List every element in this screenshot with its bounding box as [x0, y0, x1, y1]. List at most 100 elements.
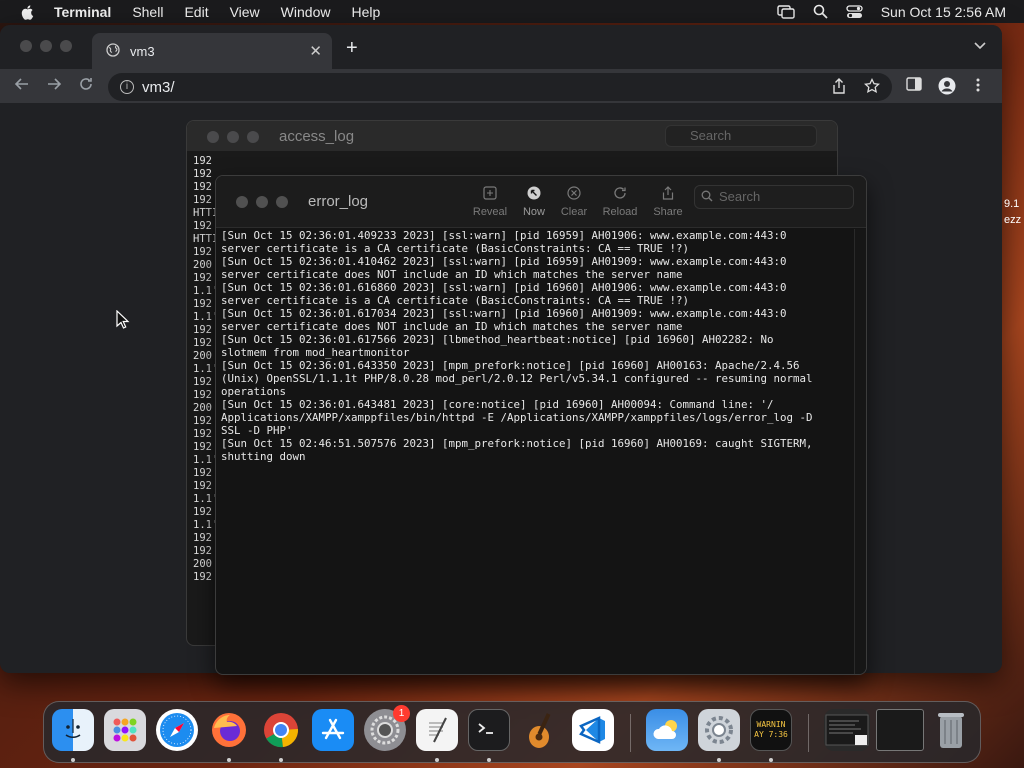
globe-icon	[106, 42, 120, 60]
system-settings-window-icon[interactable]	[698, 709, 740, 751]
log-line: server certificate is a CA certificate (…	[221, 242, 690, 255]
window-controls	[207, 131, 259, 143]
back-arrow-icon[interactable]	[12, 76, 32, 96]
log-line: [Sun Oct 15 02:36:01.643350 2023] [mpm_p…	[221, 359, 800, 372]
console-icon[interactable]: WARNIN AY 7:36	[750, 709, 792, 751]
menubar-clock[interactable]: Sun Oct 15 2:56 AM	[881, 4, 1006, 20]
running-indicator	[71, 758, 75, 762]
dock-separator	[808, 714, 809, 752]
terminal-titlebar[interactable]: error_log Reveal Now Clear Reload Share …	[216, 176, 866, 228]
error-log-output: [Sun Oct 15 02:36:01.409233 2023] [ssl:w…	[221, 229, 847, 463]
log-line: shutting down	[221, 450, 306, 463]
minimize-window-button[interactable]	[227, 131, 239, 143]
mouse-pointer-icon	[116, 310, 130, 329]
side-panel-icon[interactable]	[906, 77, 922, 95]
log-line: slotmem from mod_heartmonitor	[221, 346, 410, 359]
system-settings-icon[interactable]: 1	[364, 705, 410, 751]
now-button[interactable]: Now	[518, 184, 550, 218]
running-indicator	[435, 758, 439, 762]
close-window-button[interactable]	[207, 131, 219, 143]
launchpad-icon[interactable]	[104, 709, 146, 751]
log-line: [Sun Oct 15 02:46:51.507576 2023] [mpm_p…	[221, 437, 813, 450]
log-line: [Sun Oct 15 02:36:01.409233 2023] [ssl:w…	[221, 229, 787, 242]
spotlight-search-icon[interactable]	[813, 4, 828, 19]
menu-bar: Terminal Shell Edit View Window Help Sun…	[0, 0, 1024, 23]
log-line: [Sun Oct 15 02:36:01.410462 2023] [ssl:w…	[221, 255, 787, 268]
browser-tab[interactable]: vm3 ✕	[92, 33, 332, 69]
textedit-icon[interactable]	[416, 709, 458, 751]
log-line: [Sun Oct 15 02:36:01.617034 2023] [ssl:w…	[221, 307, 787, 320]
search-field[interactable]: Search	[694, 185, 854, 209]
close-window-button[interactable]	[20, 40, 32, 52]
chrome-icon[interactable]	[260, 709, 302, 751]
apple-icon[interactable]	[20, 4, 36, 20]
app-store-icon[interactable]	[312, 709, 354, 751]
window-title: access_log	[279, 128, 355, 145]
tab-search-chevron-icon[interactable]	[974, 39, 986, 53]
screen-mirror-icon[interactable]	[777, 4, 795, 19]
terminal-icon[interactable]	[468, 709, 510, 751]
share-icon[interactable]	[832, 78, 846, 98]
terminal-window-error-log[interactable]: error_log Reveal Now Clear Reload Share …	[215, 175, 867, 675]
scrollbar-track[interactable]	[854, 229, 866, 674]
log-line: 192	[193, 168, 212, 180]
minimized-window-thumbnail[interactable]	[876, 709, 924, 751]
terminal-titlebar[interactable]: access_log Search	[187, 121, 837, 151]
share-button[interactable]: Share	[650, 184, 686, 218]
forward-arrow-icon[interactable]	[44, 76, 64, 96]
log-line: [Sun Oct 15 02:36:01.643481 2023] [core:…	[221, 398, 774, 411]
menu-window[interactable]: Window	[281, 4, 331, 20]
site-info-icon[interactable]: i	[120, 80, 134, 94]
zoom-window-button[interactable]	[247, 131, 259, 143]
browser-toolbar: i vm3/	[0, 69, 1002, 103]
now-icon	[518, 184, 550, 206]
tab-title: vm3	[130, 43, 155, 59]
bookmark-star-icon[interactable]	[864, 77, 880, 98]
minimize-window-button[interactable]	[40, 40, 52, 52]
menu-help[interactable]: Help	[351, 4, 380, 20]
address-bar[interactable]: i vm3/	[108, 73, 892, 101]
trash-icon[interactable]	[930, 709, 972, 751]
running-indicator	[769, 758, 773, 762]
finder-icon[interactable]	[52, 709, 94, 751]
window-controls	[20, 40, 72, 52]
new-tab-button[interactable]: +	[346, 37, 358, 60]
log-line: Applications/XAMPP/xamppfiles/bin/httpd …	[221, 411, 813, 424]
reload-icon[interactable]	[76, 76, 96, 96]
menu-shell[interactable]: Shell	[132, 4, 163, 20]
close-window-button[interactable]	[236, 196, 248, 208]
vscode-icon[interactable]	[572, 709, 614, 751]
zoom-window-button[interactable]	[276, 196, 288, 208]
close-tab-icon[interactable]: ✕	[309, 42, 322, 60]
safari-icon[interactable]	[156, 709, 198, 751]
log-line: SSL -D PHP'	[221, 424, 293, 437]
garageband-icon[interactable]	[520, 709, 562, 751]
more-menu-icon[interactable]	[976, 77, 980, 97]
firefox-icon[interactable]	[208, 709, 250, 751]
desktop-peek-text: 9.1 ezz	[1004, 198, 1022, 226]
reveal-button[interactable]: Reveal	[472, 184, 508, 218]
minimize-window-button[interactable]	[256, 196, 268, 208]
tab-strip: vm3 ✕ +	[0, 25, 1002, 69]
weather-icon[interactable]	[646, 709, 688, 751]
log-line: 192	[193, 155, 212, 167]
clear-icon	[558, 184, 590, 206]
window-title: error_log	[308, 193, 369, 210]
reload-button[interactable]: Reload	[600, 184, 640, 218]
log-line: server certificate is a CA certificate (…	[221, 294, 690, 307]
running-indicator	[717, 758, 721, 762]
zoom-window-button[interactable]	[60, 40, 72, 52]
menu-view[interactable]: View	[230, 4, 260, 20]
minimized-window-thumbnail[interactable]	[824, 709, 870, 751]
menu-edit[interactable]: Edit	[184, 4, 208, 20]
log-line: server certificate does NOT include an I…	[221, 268, 683, 281]
clear-button[interactable]: Clear	[558, 184, 590, 218]
window-controls	[236, 196, 288, 208]
control-center-icon[interactable]	[846, 4, 863, 19]
profile-avatar-icon[interactable]	[938, 77, 956, 99]
dock-separator	[630, 714, 631, 752]
search-field[interactable]: Search	[665, 125, 817, 147]
menu-app-name[interactable]: Terminal	[54, 4, 111, 20]
address-url[interactable]: vm3/	[142, 79, 175, 96]
search-icon	[701, 187, 713, 209]
